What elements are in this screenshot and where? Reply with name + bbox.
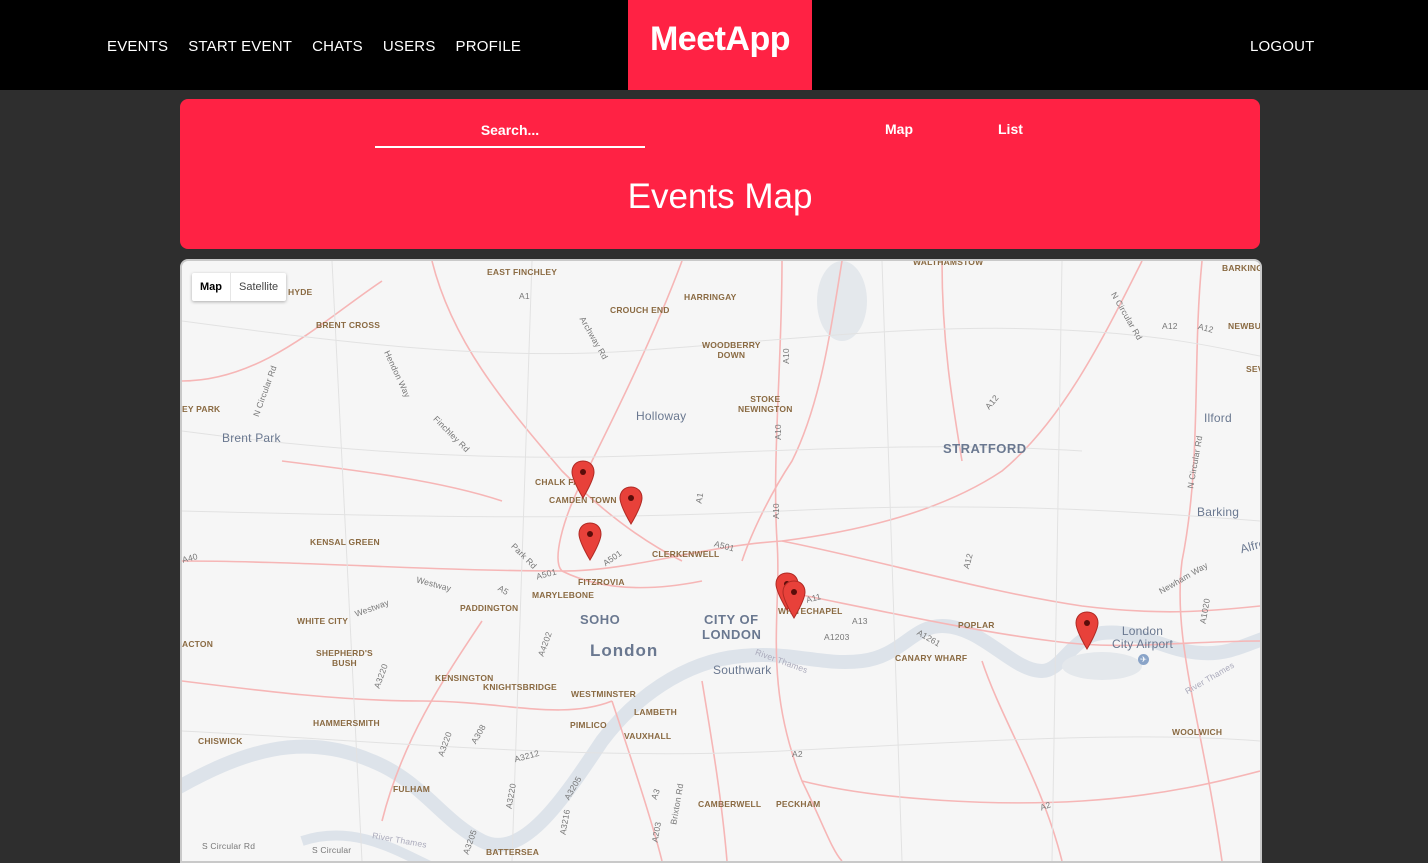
map-label: A1 <box>519 291 530 301</box>
events-header-panel: Map List Events Map <box>180 99 1260 249</box>
map-label: Ilford <box>1204 411 1232 425</box>
map-label: VAUXHALL <box>624 731 672 741</box>
map-label: A10 <box>772 424 783 440</box>
map-label: MARYLEBONE <box>532 590 595 600</box>
event-marker[interactable] <box>782 580 806 620</box>
brand-logo[interactable]: MeetApp <box>628 0 812 90</box>
map-label: LAMBETH <box>634 707 677 717</box>
map-label: CHISWICK <box>198 736 243 746</box>
map-label: London City Airport <box>1112 624 1174 651</box>
map-label: A10 <box>780 348 791 364</box>
map-label: CROUCH END <box>610 305 670 315</box>
map-label: Southwark <box>713 663 772 677</box>
map-label: FITZROVIA <box>578 577 625 587</box>
map-label: A10 <box>770 503 781 519</box>
search-input[interactable] <box>375 113 645 148</box>
map-label: SEV <box>1246 364 1262 374</box>
map-label: S Circular Rd <box>202 841 256 851</box>
nav-links: EVENTS START EVENT CHATS USERS PROFILE <box>107 38 521 55</box>
event-marker[interactable] <box>578 522 602 562</box>
logout-link[interactable]: LOGOUT <box>1250 38 1315 55</box>
map-label: Holloway <box>636 409 687 423</box>
map-label: EAST FINCHLEY <box>487 267 558 277</box>
map-label: KENSAL GREEN <box>310 537 380 547</box>
map-label: BRENT CROSS <box>316 320 381 330</box>
map-label: Brent Park <box>222 431 281 445</box>
map-label: WOOLWICH <box>1172 727 1223 737</box>
event-marker[interactable] <box>619 486 643 526</box>
event-marker[interactable] <box>1075 611 1099 651</box>
event-marker[interactable] <box>571 460 595 500</box>
map-label: WHITE CITY <box>297 616 349 626</box>
view-map-toggle[interactable]: Map <box>885 121 913 137</box>
top-navbar: EVENTS START EVENT CHATS USERS PROFILE M… <box>0 0 1428 90</box>
map-label: SOHO <box>580 612 621 627</box>
map-label: PADDINGTON <box>460 603 519 613</box>
map-label: S Circular <box>312 845 352 855</box>
map-label: London <box>590 641 659 660</box>
map-label: PIMLICO <box>570 720 607 730</box>
map-label: CANARY WHARF <box>895 653 968 663</box>
map-label: CLERKENWELL <box>652 549 720 559</box>
map-label: HARRINGAY <box>684 292 737 302</box>
map-label: STOKE NEWINGTON <box>738 394 793 414</box>
map-label: BARKINGSIDE <box>1222 263 1260 273</box>
map-label: WOODBERRY DOWN <box>702 340 761 360</box>
map-label: LONDON <box>702 627 762 642</box>
map-label: KNIGHTSBRIDGE <box>483 682 557 692</box>
map-label: A2 <box>792 749 803 759</box>
nav-events-link[interactable]: EVENTS <box>107 38 168 55</box>
nav-profile-link[interactable]: PROFILE <box>456 38 522 55</box>
airport-icon: ✈ <box>1138 654 1149 665</box>
map-label: POPLAR <box>958 620 995 630</box>
nav-start-event-link[interactable]: START EVENT <box>188 38 292 55</box>
map-label: CAMBERWELL <box>698 799 762 809</box>
nav-chats-link[interactable]: CHATS <box>312 38 363 55</box>
map-label: A1 <box>693 491 706 505</box>
map-label: A13 <box>852 616 868 626</box>
map-label: HAMMERSMITH <box>313 718 380 728</box>
events-map[interactable]: Map Satellite EAST FINCHLEY WALTHAMSTOW … <box>180 259 1262 863</box>
map-type-satellite-button[interactable]: Satellite <box>230 273 286 301</box>
map-label: CITY OF <box>704 612 759 627</box>
map-label: BATTERSEA <box>486 847 540 857</box>
map-label: WESTMINSTER <box>571 689 637 699</box>
map-label: HYDE <box>288 287 313 297</box>
map-label: Barking <box>1197 505 1240 519</box>
map-label: SHEPHERD'S BUSH <box>316 648 373 668</box>
map-label: A12 <box>1162 321 1178 331</box>
map-label: NEWBU <box>1228 321 1262 331</box>
nav-users-link[interactable]: USERS <box>383 38 436 55</box>
map-label: PECKHAM <box>776 799 821 809</box>
map-label: FULHAM <box>393 784 431 794</box>
brand-name: MeetApp <box>649 20 791 58</box>
view-list-toggle[interactable]: List <box>998 121 1023 137</box>
map-label: ACTON <box>182 639 214 649</box>
map-label: STRATFORD <box>943 441 1027 456</box>
map-label: WALTHAMSTOW <box>913 259 984 267</box>
map-type-map-button[interactable]: Map <box>192 273 230 301</box>
map-type-control: Map Satellite <box>192 273 287 301</box>
page-title: Events Map <box>627 177 813 216</box>
map-label: EY PARK <box>182 404 221 414</box>
map-label: A1203 <box>824 632 850 642</box>
